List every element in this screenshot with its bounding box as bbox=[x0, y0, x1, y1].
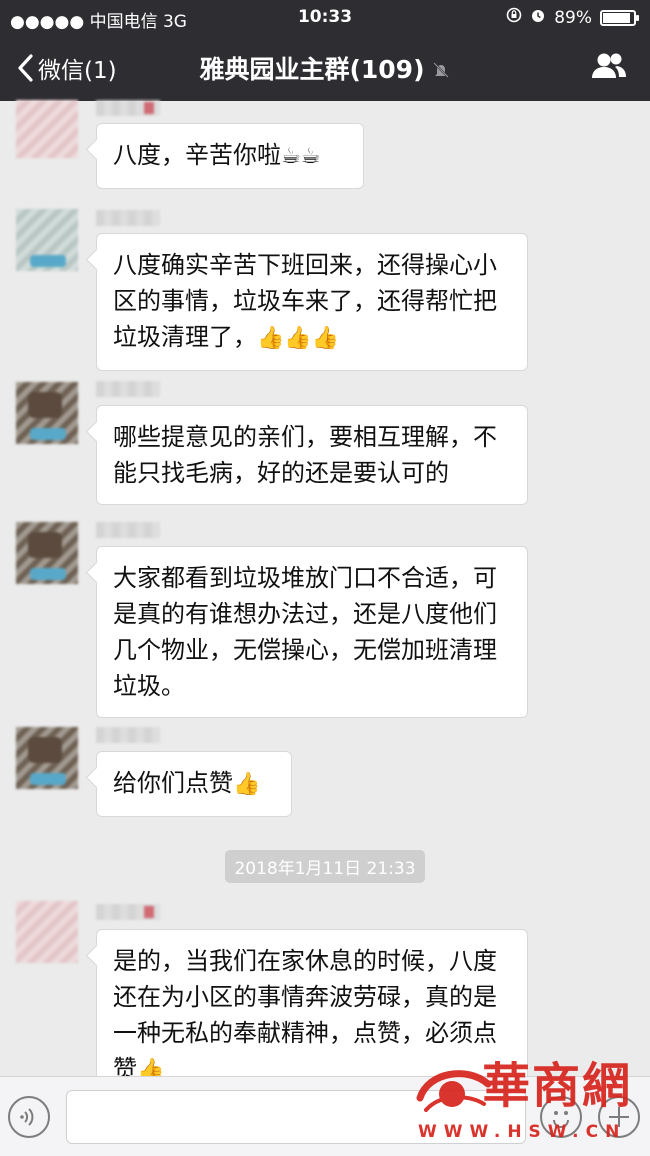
watermark-logo: 華商網 WWW.HSW.CN bbox=[412, 1046, 642, 1146]
message-bubble[interactable]: 大家都看到垃圾堆放门口不合适，可是真的有谁想办法过，还是八度他们几个物业，无偿操… bbox=[96, 546, 528, 718]
status-right: 89% bbox=[506, 7, 639, 28]
nickname bbox=[96, 210, 160, 226]
nickname bbox=[96, 904, 160, 920]
nickname bbox=[96, 522, 160, 538]
alarm-icon bbox=[530, 7, 546, 28]
message-text: 大家都看到垃圾堆放门口不合适，可是真的有谁想办法过，还是八度他们几个物业，无偿操… bbox=[113, 564, 497, 700]
chat-area[interactable]: 八度，辛苦你啦☕☕ 八度确实辛苦下班回来，还得操心小区的事情，垃圾车来了，还得帮… bbox=[0, 100, 650, 1103]
watermark-name: 華商網 bbox=[482, 1058, 633, 1114]
watermark-url: WWW.HSW.CN bbox=[418, 1122, 627, 1142]
thumbs-up-emoji: 👍👍👍 bbox=[257, 326, 340, 351]
voice-icon bbox=[20, 1108, 34, 1126]
status-bar: ●●●●● 中国电信 3G 10:33 89% bbox=[0, 0, 650, 34]
battery-percent: 89% bbox=[554, 7, 592, 28]
nickname bbox=[96, 381, 160, 397]
nickname bbox=[96, 727, 160, 743]
avatar[interactable] bbox=[16, 209, 78, 271]
group-members-button[interactable] bbox=[590, 52, 628, 84]
nav-bar: 微信(1) 雅典园业主群(109) bbox=[0, 34, 650, 101]
avatar[interactable] bbox=[16, 727, 78, 789]
message-text: 八度，辛苦你啦 bbox=[113, 141, 281, 169]
message-bubble[interactable]: 八度确实辛苦下班回来，还得操心小区的事情，垃圾车来了，还得帮忙把垃圾清理了，👍👍… bbox=[96, 233, 528, 371]
top-bar: ●●●●● 中国电信 3G 10:33 89% 微信(1) 雅典园业主群(109… bbox=[0, 0, 650, 101]
avatar[interactable] bbox=[16, 901, 78, 963]
battery-icon bbox=[600, 9, 639, 26]
lock-rotation-icon bbox=[506, 7, 522, 28]
coffee-emoji: ☕☕ bbox=[281, 144, 321, 169]
group-members-icon bbox=[592, 53, 626, 78]
message-bubble[interactable]: 给你们点赞👍 bbox=[96, 751, 292, 817]
message-text: 哪些提意见的亲们，要相互理解，不能只找毛病，好的还是要认可的 bbox=[113, 423, 497, 487]
chat-title: 雅典园业主群(109) bbox=[0, 50, 650, 86]
watermark-swoosh-icon bbox=[416, 1070, 492, 1112]
group-name: 雅典园业主群(109) bbox=[199, 55, 425, 84]
avatar[interactable] bbox=[16, 100, 78, 158]
message-text: 给你们点赞 bbox=[113, 769, 233, 797]
mute-icon bbox=[431, 57, 451, 86]
thumbs-up-emoji: 👍 bbox=[233, 772, 261, 797]
timestamp-label: 2018年1月11日 21:33 bbox=[225, 850, 425, 883]
message-bubble[interactable]: 八度，辛苦你啦☕☕ bbox=[96, 123, 364, 189]
avatar[interactable] bbox=[16, 382, 78, 444]
nickname bbox=[96, 100, 160, 116]
avatar[interactable] bbox=[16, 522, 78, 584]
voice-button[interactable] bbox=[8, 1096, 50, 1138]
timestamp-divider: 2018年1月11日 21:33 bbox=[0, 850, 650, 883]
message-bubble[interactable]: 哪些提意见的亲们，要相互理解，不能只找毛病，好的还是要认可的 bbox=[96, 405, 528, 505]
